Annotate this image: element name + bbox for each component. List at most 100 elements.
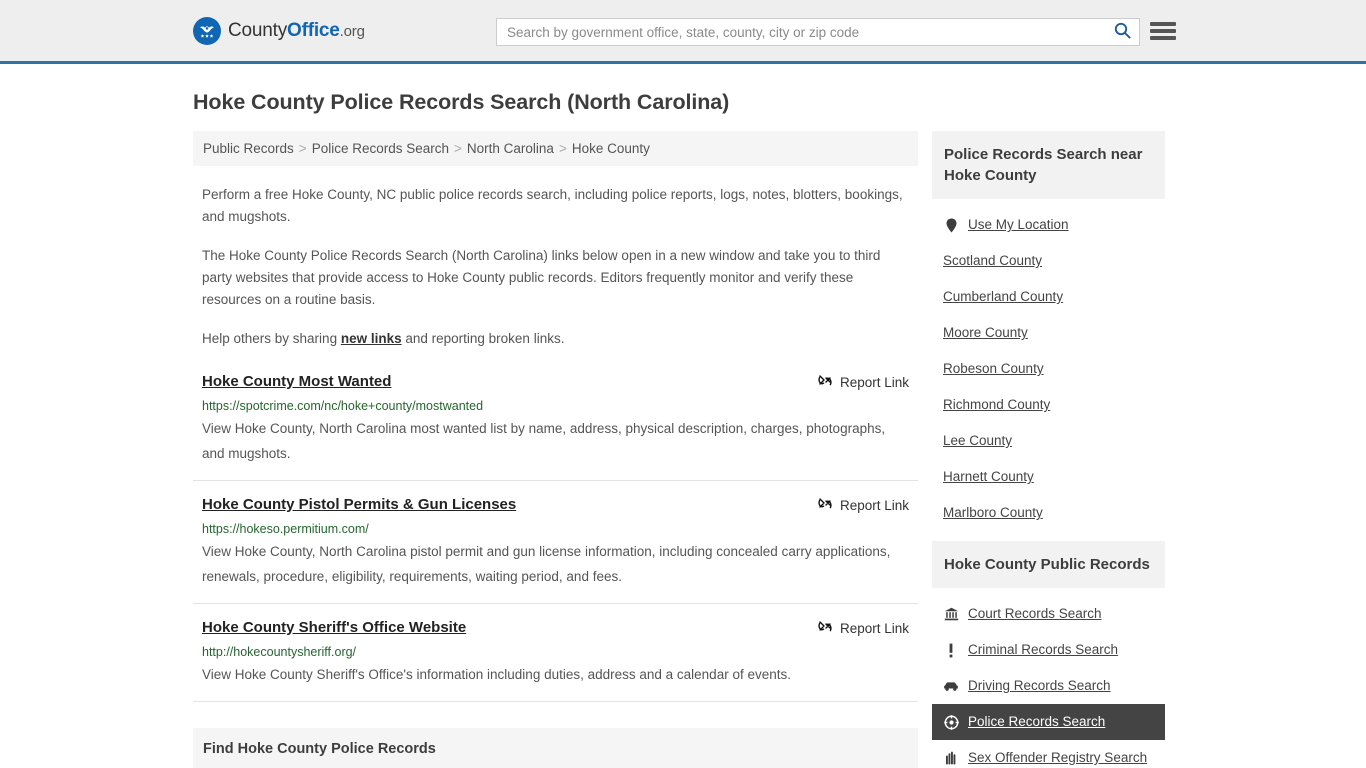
breadcrumb: Public Records > Police Records Search > Nor…	[193, 131, 918, 166]
report-link-button[interactable]: Report Link	[817, 495, 909, 515]
breadcrumb-item-hoke-county[interactable]: Hoke County	[572, 141, 650, 156]
sidebar-item-sex-offender-registry-search[interactable]: Sex Offender Registry Search	[932, 740, 1165, 768]
result-description: View Hoke County, North Carolina most wa…	[202, 421, 886, 461]
sidebar-item-label: Police Records Search	[968, 714, 1106, 729]
sidebar-item-label: Moore County	[943, 325, 1028, 340]
sidebar-item-police-records-search[interactable]: Police Records Search	[932, 704, 1165, 740]
sidebar: Police Records Search near Hoke County U…	[932, 131, 1165, 768]
list-item: Court Records Search	[932, 596, 1165, 632]
results-list: Hoke County Most Wanted Report Link http…	[193, 372, 918, 702]
new-links-link[interactable]: new links	[341, 331, 402, 346]
site-logo[interactable]: CountyOffice.org	[193, 16, 365, 45]
sidebar-item-richmond-county[interactable]: Richmond County	[932, 387, 1165, 423]
sidebar-item-label: Lee County	[943, 433, 1013, 448]
intro-text: Perform a free Hoke County, NC public po…	[193, 184, 918, 350]
sidebar-item-robeson-county[interactable]: Robeson County	[932, 351, 1165, 387]
search-button[interactable]	[1105, 19, 1139, 45]
intro-paragraph-3: Help others by sharing new links and rep…	[193, 328, 918, 350]
breadcrumb-separator: >	[454, 141, 462, 156]
list-item: Moore County	[932, 315, 1165, 351]
list-item: Sex Offender Registry Search	[932, 740, 1165, 768]
report-link-label: Report Link	[839, 375, 909, 390]
result-url[interactable]: https://hokeso.permitium.com/	[202, 520, 909, 538]
result-item: Hoke County Pistol Permits & Gun License…	[193, 495, 918, 604]
courthouse-icon	[943, 607, 959, 621]
sidebar-item-label: Court Records Search	[968, 606, 1102, 621]
sidebar-item-label: Marlboro County	[943, 505, 1043, 520]
main-column: Public Records > Police Records Search > Nor…	[193, 131, 918, 768]
public-records-panel: Hoke County Public Records Court Records…	[932, 541, 1165, 768]
sidebar-item-label: Richmond County	[943, 397, 1051, 412]
breadcrumb-separator: >	[558, 141, 567, 156]
intro-share-text-before: Help others by sharing	[202, 331, 341, 346]
logo-text-suffix: .org	[339, 22, 365, 40]
content-columns: Public Records > Police Records Search > Nor…	[193, 131, 1173, 768]
nearby-searches-heading: Police Records Search near Hoke County	[932, 131, 1165, 199]
list-item: Lee County	[932, 423, 1165, 459]
list-item: Criminal Records Search	[932, 632, 1165, 668]
broken-link-icon	[817, 496, 833, 515]
breadcrumb-item-public-records[interactable]: Public Records	[203, 141, 294, 156]
list-item: Cumberland County	[932, 279, 1165, 315]
car-icon	[943, 681, 959, 692]
exclamation-icon	[943, 643, 959, 658]
sidebar-item-driving-records-search[interactable]: Driving Records Search	[932, 668, 1165, 704]
list-item: Scotland County	[932, 243, 1165, 279]
page-container: Hoke County Police Records Search (North…	[0, 90, 1366, 768]
sidebar-item-label: Robeson County	[943, 361, 1044, 376]
list-item: Police Records Search	[932, 704, 1165, 740]
list-item: Robeson County	[932, 351, 1165, 387]
sidebar-item-scotland-county[interactable]: Scotland County	[932, 243, 1165, 279]
page-title: Hoke County Police Records Search (North…	[193, 90, 730, 114]
sidebar-item-label: Driving Records Search	[968, 678, 1111, 693]
intro-share-text-after: and reporting broken links.	[401, 331, 565, 346]
list-item: Driving Records Search	[932, 668, 1165, 704]
map-pin-icon	[943, 218, 959, 233]
result-header: Hoke County Sheriff's Office Website Rep…	[202, 618, 909, 638]
breadcrumb-item-north-carolina[interactable]: North Carolina	[467, 141, 554, 156]
sidebar-item-lee-county[interactable]: Lee County	[932, 423, 1165, 459]
result-title-link[interactable]: Hoke County Most Wanted	[202, 372, 391, 392]
sidebar-item-cumberland-county[interactable]: Cumberland County	[932, 279, 1165, 315]
public-records-heading: Hoke County Public Records	[932, 541, 1165, 588]
eagle-seal-icon	[193, 16, 221, 45]
breadcrumb-separator: >	[298, 141, 307, 156]
sidebar-item-criminal-records-search[interactable]: Criminal Records Search	[932, 632, 1165, 668]
search-input[interactable]	[497, 19, 1105, 45]
result-url[interactable]: https://spotcrime.com/nc/hoke+county/mos…	[202, 397, 909, 415]
search-icon	[1114, 22, 1131, 42]
result-header: Hoke County Most Wanted Report Link	[202, 372, 909, 392]
report-link-label: Report Link	[839, 498, 909, 513]
list-item: Harnett County	[932, 459, 1165, 495]
breadcrumb-item-police-records-search[interactable]: Police Records Search	[312, 141, 449, 156]
report-link-button[interactable]: Report Link	[817, 372, 909, 392]
public-records-list: Court Records Search Criminal Records Se…	[932, 588, 1165, 768]
logo-text-first: County	[228, 19, 288, 41]
find-records-section: Find Hoke County Police Records Hoke Cou…	[193, 728, 918, 768]
result-url[interactable]: http://hokecountysheriff.org/	[202, 643, 909, 661]
result-title-link[interactable]: Hoke County Sheriff's Office Website	[202, 618, 466, 638]
sidebar-item-marlboro-county[interactable]: Marlboro County	[932, 495, 1165, 531]
nearby-searches-panel: Police Records Search near Hoke County U…	[932, 131, 1165, 531]
result-description: View Hoke County, North Carolina pistol …	[202, 544, 891, 584]
nearby-searches-list: Use My Location Scotland County Cumberla…	[932, 199, 1165, 531]
sidebar-item-court-records-search[interactable]: Court Records Search	[932, 596, 1165, 632]
sidebar-item-use-my-location[interactable]: Use My Location	[932, 207, 1165, 243]
hamburger-menu-icon[interactable]	[1150, 20, 1176, 42]
sidebar-item-label: Cumberland County	[943, 289, 1064, 304]
sidebar-item-label: Use My Location	[968, 217, 1069, 232]
list-item: Marlboro County	[932, 495, 1165, 531]
sidebar-item-label: Scotland County	[943, 253, 1043, 268]
result-item: Hoke County Sheriff's Office Website Rep…	[193, 618, 918, 702]
sidebar-item-label: Sex Offender Registry Search	[968, 750, 1148, 765]
find-records-heading: Find Hoke County Police Records	[193, 728, 918, 768]
sidebar-item-label: Criminal Records Search	[968, 642, 1119, 657]
search-bar	[496, 18, 1140, 46]
result-title-link[interactable]: Hoke County Pistol Permits & Gun License…	[202, 495, 516, 515]
intro-paragraph-2: The Hoke County Police Records Search (N…	[202, 248, 881, 307]
logo-wordmark: CountyOffice.org	[228, 20, 365, 42]
sidebar-item-moore-county[interactable]: Moore County	[932, 315, 1165, 351]
sidebar-item-label: Harnett County	[943, 469, 1034, 484]
report-link-button[interactable]: Report Link	[817, 618, 909, 638]
sidebar-item-harnett-county[interactable]: Harnett County	[932, 459, 1165, 495]
